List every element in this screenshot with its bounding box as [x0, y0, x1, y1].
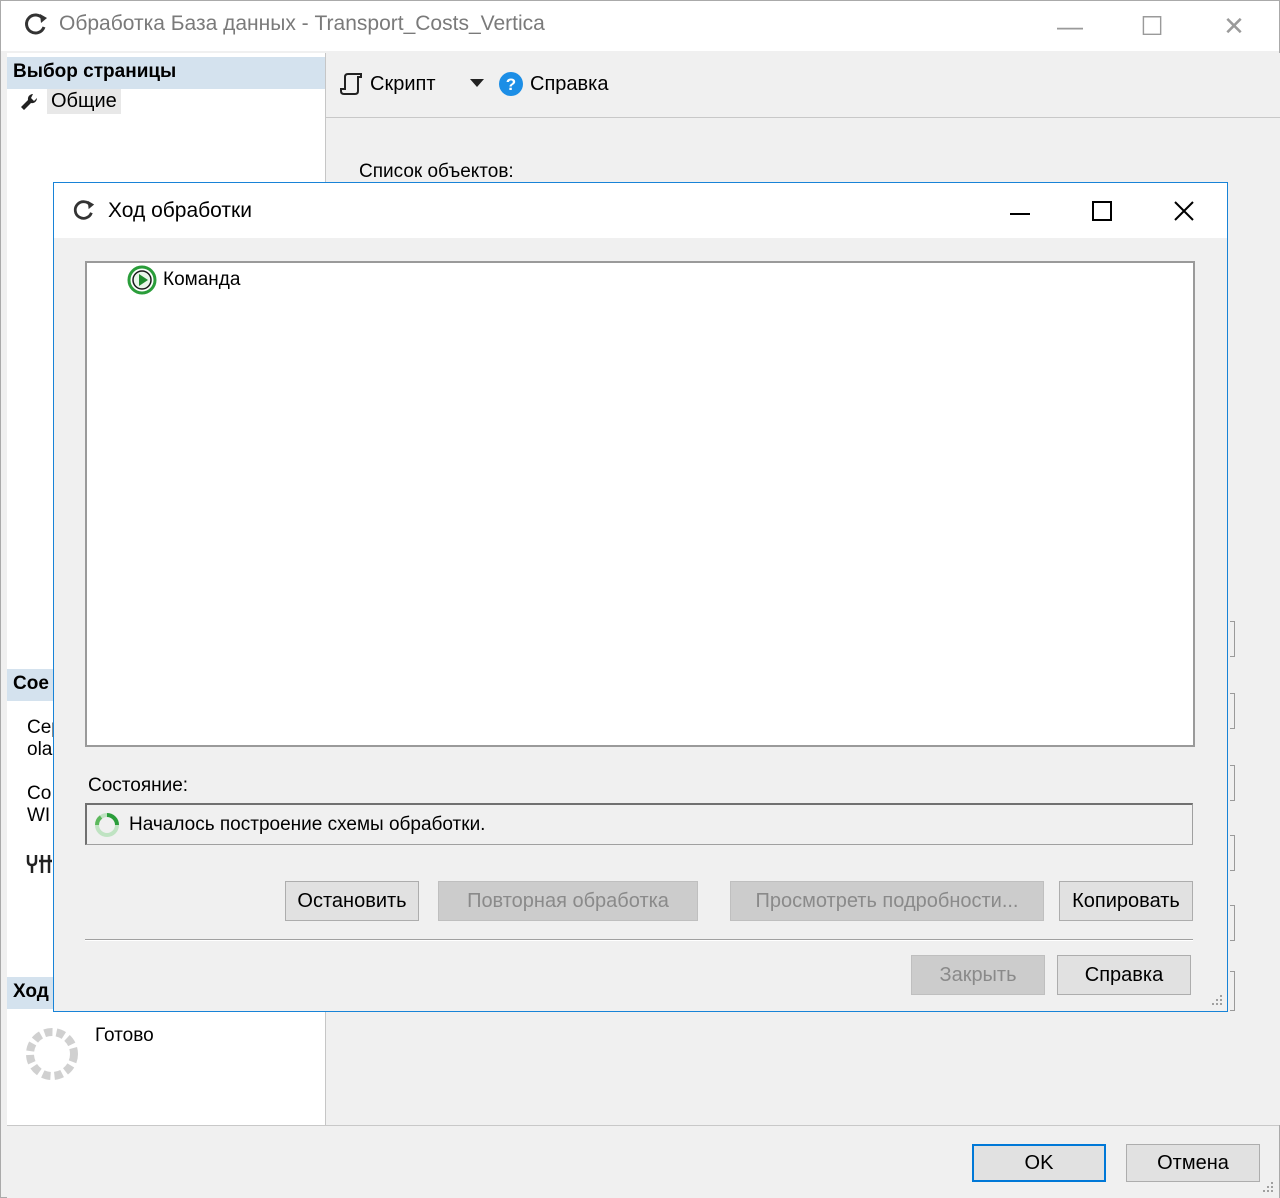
dialog-title: Ход обработки [108, 199, 252, 222]
progress-dialog: Ход обработки Команда Состояние: Началос… [53, 182, 1228, 1012]
dialog-close-action-button[interactable]: Закрыть [911, 955, 1045, 995]
script-icon [340, 73, 362, 95]
minimize-button[interactable]: — [1045, 3, 1095, 49]
connection-label: Со [27, 783, 52, 804]
status-field: Началось построение схемы обработки. [85, 803, 1193, 845]
connection-properties-icon[interactable] [25, 851, 53, 875]
tree-item-command[interactable]: Команда [127, 265, 240, 295]
progress-spinner-icon [26, 1028, 78, 1080]
copy-button[interactable]: Копировать [1059, 881, 1193, 921]
progress-status: Готово [95, 1025, 154, 1046]
close-button[interactable]: ✕ [1209, 3, 1259, 49]
progress-tree[interactable]: Команда [85, 261, 1195, 747]
refresh-icon [73, 200, 95, 220]
script-label: Скрипт [370, 72, 436, 95]
help-toolbar-button[interactable]: ? Справка [498, 71, 608, 97]
stop-button[interactable]: Остановить [285, 881, 419, 921]
dialog-close-button[interactable] [1144, 183, 1224, 238]
dialog-resize-grip-icon[interactable] [1210, 993, 1224, 1007]
object-list-label: Список объектов: [359, 161, 514, 182]
spinner-icon [95, 812, 119, 837]
hidden-field-edge [1230, 765, 1235, 801]
tree-item-label: Команда [163, 269, 241, 290]
wrench-icon [21, 93, 38, 110]
resize-grip-icon[interactable] [1261, 1180, 1275, 1194]
cancel-button[interactable]: Отмена [1126, 1144, 1260, 1182]
view-details-button[interactable]: Просмотреть подробности... [730, 881, 1044, 921]
toolbar: Скрипт ? Справка [326, 53, 1280, 118]
reprocess-button[interactable]: Повторная обработка [438, 881, 698, 921]
script-button[interactable]: Скрипт [340, 71, 435, 97]
connection-info: Со WI [27, 783, 51, 827]
hidden-field-edge [1230, 835, 1235, 871]
page-item-general[interactable]: Общие [19, 89, 121, 114]
hidden-field-edge [1230, 971, 1235, 1011]
window-title: Обработка База данных - Transport_Costs_… [59, 12, 545, 35]
hidden-field-edge [1230, 693, 1235, 729]
help-icon: ? [499, 72, 523, 96]
dialog-separator [85, 939, 1193, 941]
connection-value: WI [27, 805, 51, 826]
status-label: Состояние: [88, 775, 189, 796]
help-label: Справка [530, 72, 609, 95]
ok-button[interactable]: OK [972, 1144, 1106, 1182]
bottom-bar: OK Отмена [7, 1125, 1279, 1198]
maximize-button[interactable]: ☐ [1127, 3, 1177, 49]
play-circle-icon [127, 265, 157, 295]
select-page-header: Выбор страницы [7, 57, 325, 89]
svg-text:?: ? [506, 75, 516, 94]
chevron-down-icon[interactable] [470, 79, 484, 89]
dialog-maximize-button[interactable] [1062, 183, 1142, 238]
status-text: Началось построение схемы обработки. [129, 813, 486, 835]
refresh-icon [25, 13, 47, 35]
hidden-field-edge [1230, 621, 1235, 657]
dialog-minimize-button[interactable] [980, 183, 1060, 238]
main-title-bar: Обработка База данных - Transport_Costs_… [1, 1, 1279, 51]
dialog-title-bar: Ход обработки [54, 183, 1227, 238]
page-item-label: Общие [47, 89, 121, 114]
hidden-field-edge [1230, 905, 1235, 941]
dialog-help-button[interactable]: Справка [1057, 955, 1191, 995]
